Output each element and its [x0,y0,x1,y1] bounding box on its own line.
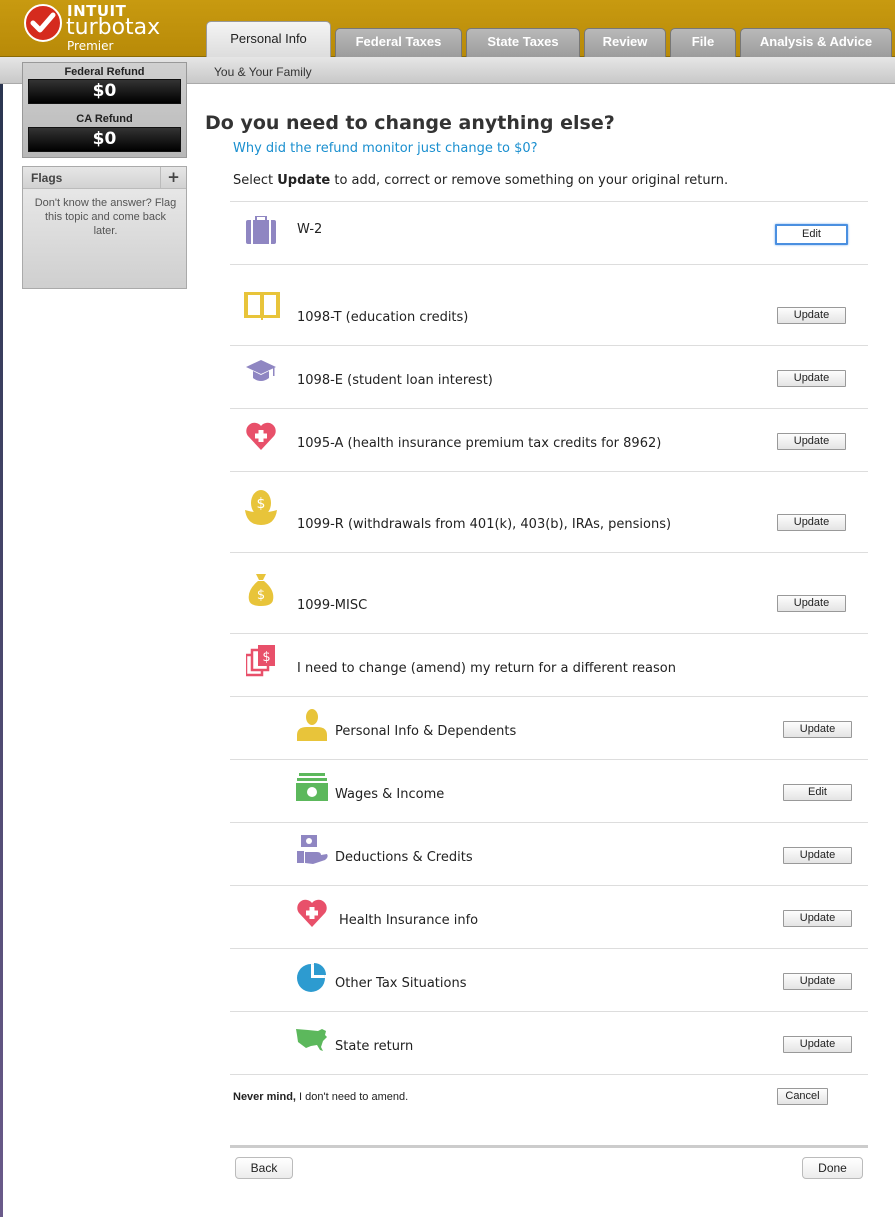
category-label-other-tax-situations: Other Tax Situations [335,976,467,991]
svg-text:$: $ [262,650,270,665]
add-flag-button[interactable]: + [160,167,186,189]
update-deductions-credits-button[interactable]: Update [783,847,852,864]
instructions-pre: Select [233,173,278,188]
amend-other-reason-label: I need to change (amend) my return for a… [297,661,676,676]
category-label-personal-info: Personal Info & Dependents [335,724,517,739]
divider [230,948,868,949]
form-label-1099misc: 1099-MISC [297,598,368,613]
form-label-1098e: 1098-E (student loan interest) [297,373,493,388]
category-label-health-insurance: Health Insurance info [339,913,479,928]
cancel-button[interactable]: Cancel [777,1088,828,1105]
tab-analysis-advice[interactable]: Analysis & Advice [740,28,892,57]
instructions-bold: Update [277,173,331,188]
book-icon [244,292,280,324]
refund-change-help-link[interactable]: Why did the refund monitor just change t… [233,141,538,156]
divider [230,633,868,634]
update-health-insurance-button[interactable]: Update [783,910,852,927]
divider [230,759,868,760]
federal-refund-value: $0 [28,79,181,104]
update-1099r-button[interactable]: Update [777,514,846,531]
nevermind-text: Never mind, I don't need to amend. [233,1091,408,1103]
back-button[interactable]: Back [235,1157,293,1179]
heart-plus-icon [246,421,276,455]
category-label-deductions-credits: Deductions & Credits [335,850,473,865]
nevermind-bold: Never mind, [233,1091,296,1103]
page-title: Do you need to change anything else? [205,112,615,134]
briefcase-icon [246,215,276,248]
form-label-1095a: 1095-A (health insurance premium tax cre… [297,436,662,451]
divider [230,1074,868,1075]
divider [230,696,868,697]
federal-refund-label: Federal Refund [64,66,145,78]
pie-chart-icon [296,961,328,997]
footer-divider [230,1145,868,1148]
form-label-1098t: 1098-T (education credits) [297,310,469,325]
tab-file[interactable]: File [670,28,736,57]
form-label-w2: W-2 [297,222,323,237]
divider [230,471,868,472]
update-state-return-button[interactable]: Update [783,1036,852,1053]
divider [230,822,868,823]
tab-review[interactable]: Review [584,28,666,57]
edit-wages-income-button[interactable]: Edit [783,784,852,801]
update-personal-info-button[interactable]: Update [783,721,852,738]
update-1095a-button[interactable]: Update [777,433,846,450]
divider [230,201,868,202]
svg-text:$: $ [257,496,266,512]
money-bag-icon: $ [247,574,275,610]
edition-label: Premier [67,39,114,53]
state-refund-label: CA Refund [76,113,133,125]
instructions-text: Select Update to add, correct or remove … [233,173,728,188]
nevermind-rest: I don't need to amend. [295,1091,409,1103]
update-1098e-button[interactable]: Update [777,370,846,387]
category-label-wages-income: Wages & Income [335,787,445,802]
edit-w2-button[interactable]: Edit [775,224,848,245]
nest-egg-icon: $ [245,489,277,529]
divider [230,264,868,265]
state-refund-value: $0 [28,127,181,152]
person-icon [297,709,327,745]
flags-panel: Flags + Don't know the answer? Flag this… [22,166,187,289]
flags-hint-text: Don't know the answer? Flag this topic a… [34,197,177,237]
svg-text:$: $ [257,588,265,603]
subheader-section-title: You & Your Family [214,65,312,79]
divider [230,345,868,346]
us-map-icon [296,1027,328,1055]
tab-federal-taxes[interactable]: Federal Taxes [335,28,462,57]
divider [230,1011,868,1012]
app-header: INTUIT turbotax Premier Personal Info Fe… [0,0,895,58]
form-label-1099r: 1099-R (withdrawals from 401(k), 403(b),… [297,517,672,532]
documents-icon: $ [244,645,276,681]
flags-header: Flags + [23,167,186,189]
tab-state-taxes[interactable]: State Taxes [466,28,580,57]
cash-icon [296,773,328,805]
turbotax-logo-text: turbotax [66,15,161,40]
flags-title: Flags [31,171,63,185]
update-other-tax-situations-button[interactable]: Update [783,973,852,990]
update-1098t-button[interactable]: Update [777,307,846,324]
hand-money-icon [297,835,329,869]
refund-monitor: Federal Refund $0 CA Refund $0 [22,62,187,158]
tab-personal-info[interactable]: Personal Info [206,21,331,58]
done-button[interactable]: Done [802,1157,863,1179]
instructions-post: to add, correct or remove something on y… [330,173,729,188]
divider [230,552,868,553]
category-label-state-return: State return [335,1039,414,1054]
window-edge [0,84,3,1217]
update-1099misc-button[interactable]: Update [777,595,846,612]
divider [230,408,868,409]
graduation-cap-icon [246,360,276,388]
divider [230,885,868,886]
heart-plus-icon [297,898,327,932]
turbotax-checkmark-logo-icon [24,4,62,42]
